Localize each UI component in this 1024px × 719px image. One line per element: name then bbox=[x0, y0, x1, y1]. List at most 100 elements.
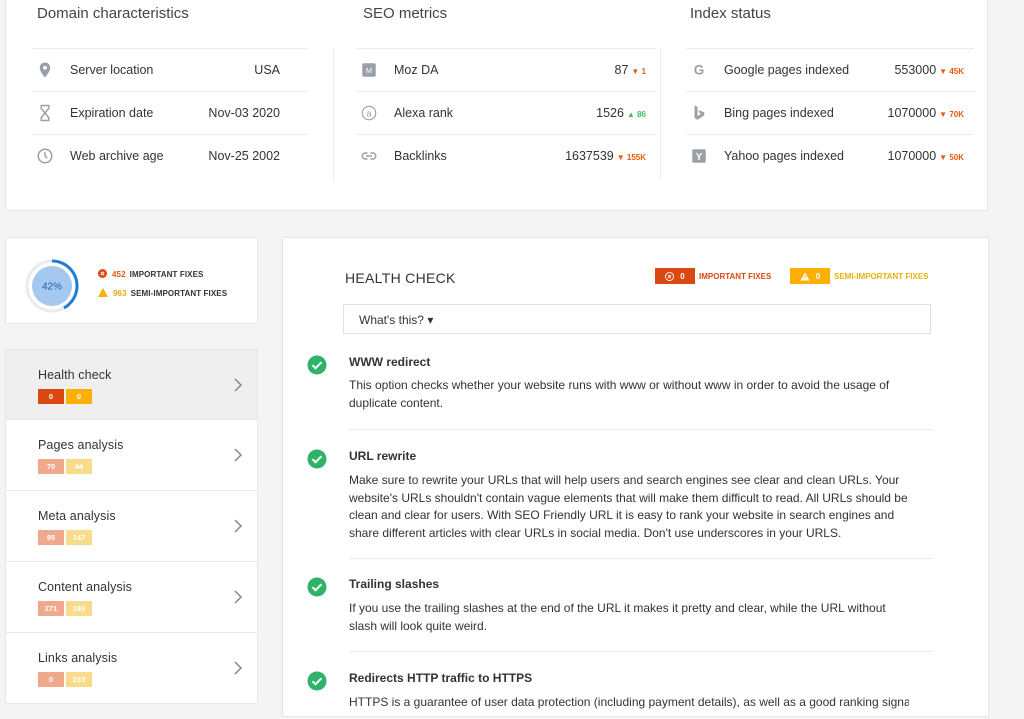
domain-characteristics-title: Domain characteristics bbox=[37, 5, 189, 22]
column-divider bbox=[660, 48, 661, 180]
check-circle-icon bbox=[307, 671, 327, 691]
yahoo-indexed-label: Yahoo pages indexed bbox=[724, 149, 845, 163]
nav-item-content-analysis[interactable]: Content analysis 271 193 bbox=[5, 562, 258, 633]
nav-item-badges: 0 0 bbox=[38, 389, 92, 404]
whats-this-toggle[interactable]: What's this? ▾ bbox=[343, 304, 931, 334]
important-badge: 271 bbox=[38, 601, 64, 616]
important-badge: 0 bbox=[38, 389, 64, 404]
expiration-date-label: Expiration date bbox=[70, 106, 154, 120]
nav-item-pages-analysis[interactable]: Pages analysis 70 44 bbox=[5, 420, 258, 491]
warning-triangle-icon bbox=[98, 288, 108, 297]
score-summary-panel: 42% 452 IMPORTANT FIXES 963 SEMI-IMPORTANT… bbox=[5, 237, 258, 324]
moz-da-value: 87 ▼ 1 bbox=[615, 63, 647, 77]
google-indexed-row: G Google pages indexed 553000 ▼ 45K bbox=[686, 48, 974, 91]
link-icon bbox=[361, 152, 377, 160]
alexa-rank-change: ▲ 86 bbox=[626, 110, 646, 119]
yahoo-icon: Y bbox=[692, 149, 706, 163]
error-circle-icon bbox=[98, 269, 107, 278]
yahoo-indexed-number: 1070000 bbox=[887, 149, 937, 163]
item-divider bbox=[349, 558, 933, 559]
semi-important-fixes-pill: 0 SEMI-IMPORTANT FIXES bbox=[790, 268, 929, 284]
svg-text:G: G bbox=[694, 63, 705, 78]
check-circle-icon bbox=[307, 449, 327, 469]
bing-indexed-label: Bing pages indexed bbox=[724, 106, 834, 120]
item-divider bbox=[349, 429, 933, 430]
backlinks-value: 1637539 ▼ 155K bbox=[565, 149, 646, 163]
bing-indexed-row: Bing pages indexed 1070000 ▼ 70K bbox=[686, 91, 974, 134]
important-fixes-count: 452 bbox=[112, 270, 126, 279]
alexa-rank-row: a Alexa rank 1526 ▲ 86 bbox=[356, 91, 656, 134]
semi-important-fixes-count: 0 bbox=[815, 271, 821, 281]
semi-important-fixes-summary: 963 SEMI-IMPORTANT FIXES bbox=[98, 288, 227, 298]
nav-item-meta-analysis[interactable]: Meta analysis 95 147 bbox=[5, 491, 258, 562]
nav-item-label: Content analysis bbox=[38, 580, 133, 594]
nav-item-badges: 0 233 bbox=[38, 672, 92, 687]
yahoo-indexed-change-value: 50K bbox=[949, 153, 964, 162]
health-check-panel: HEALTH CHECK 0 IMPORTANT FIXES 0 SEMI-IM… bbox=[282, 237, 989, 717]
analysis-nav: Health check 0 0 Pages analysis 70 44 Me… bbox=[5, 349, 258, 719]
backlinks-label: Backlinks bbox=[394, 149, 447, 163]
backlinks-change-value: 155K bbox=[626, 153, 646, 162]
check-item-title: Trailing slashes bbox=[349, 577, 440, 591]
column-divider bbox=[333, 48, 334, 180]
important-badge: 70 bbox=[38, 459, 64, 474]
chevron-right-icon bbox=[234, 661, 243, 675]
web-archive-age-value: Nov-25 2002 bbox=[208, 149, 280, 163]
alexa-rank-change-value: 86 bbox=[637, 110, 646, 119]
alexa-rank-number: 1526 bbox=[596, 106, 624, 120]
overview-panel: Domain characteristics Server location U… bbox=[5, 0, 988, 211]
important-fixes-box: 0 bbox=[655, 268, 695, 284]
semi-important-badge: 147 bbox=[66, 530, 92, 545]
nav-item-health-check[interactable]: Health check 0 0 bbox=[5, 349, 258, 420]
yahoo-indexed-value: 1070000 ▼ 50K bbox=[888, 149, 965, 163]
check-item-title: URL rewrite bbox=[349, 449, 417, 463]
seo-metrics-title: SEO metrics bbox=[363, 5, 448, 22]
check-circle-icon bbox=[307, 577, 327, 597]
moz-da-row: M Moz DA 87 ▼ 1 bbox=[356, 48, 656, 91]
nav-item-badges: 95 147 bbox=[38, 530, 92, 545]
check-item-description: Make sure to rewrite your URLs that will… bbox=[349, 473, 908, 540]
google-indexed-number: 553000 bbox=[894, 63, 937, 77]
important-badge: 0 bbox=[38, 672, 64, 687]
alexa-icon: a bbox=[361, 105, 377, 121]
check-item-description: HTTPS is a guarantee of user data protec… bbox=[349, 695, 909, 709]
important-fixes-label: IMPORTANT FIXES bbox=[699, 271, 772, 281]
check-item-description: If you use the trailing slashes at the e… bbox=[349, 601, 886, 633]
nav-item-links-analysis[interactable]: Links analysis 0 233 bbox=[5, 633, 258, 704]
moz-da-change: ▼ 1 bbox=[631, 67, 646, 76]
moz-da-number: 87 bbox=[614, 63, 629, 77]
google-icon: G bbox=[694, 63, 705, 78]
important-fixes-pill: 0 IMPORTANT FIXES bbox=[655, 268, 771, 284]
item-divider bbox=[349, 651, 933, 652]
semi-important-badge: 0 bbox=[66, 389, 92, 404]
google-indexed-label: Google pages indexed bbox=[724, 63, 850, 77]
bing-indexed-change-value: 70K bbox=[949, 110, 964, 119]
yahoo-indexed-row: Y Yahoo pages indexed 1070000 ▼ 50K bbox=[686, 134, 974, 177]
close-circle-icon bbox=[665, 271, 675, 281]
web-archive-age-label: Web archive age bbox=[70, 149, 164, 163]
alexa-rank-value: 1526 ▲ 86 bbox=[596, 106, 646, 120]
google-indexed-value: 553000 ▼ 45K bbox=[894, 63, 964, 77]
nav-item-badges: 271 193 bbox=[38, 601, 92, 616]
check-item-description: This option checks whether your website … bbox=[349, 378, 890, 410]
important-fixes-summary: 452 IMPORTANT FIXES bbox=[98, 269, 203, 279]
nav-item-label: Links analysis bbox=[38, 651, 118, 665]
svg-text:M: M bbox=[366, 66, 372, 75]
web-archive-age-row: Web archive age Nov-25 2002 bbox=[32, 134, 308, 177]
moz-da-change-value: 1 bbox=[641, 67, 646, 76]
score-donut: 42% bbox=[25, 259, 79, 313]
moz-icon: M bbox=[362, 63, 376, 77]
check-circle-icon bbox=[307, 355, 327, 375]
google-indexed-change-value: 45K bbox=[949, 67, 964, 76]
expiration-date-value: Nov-03 2020 bbox=[208, 106, 280, 120]
nav-item-label: Pages analysis bbox=[38, 438, 124, 452]
chevron-right-icon bbox=[234, 378, 243, 392]
important-fixes-label: IMPORTANT FIXES bbox=[129, 270, 204, 279]
semi-important-fixes-box: 0 bbox=[790, 268, 830, 284]
semi-important-badge: 193 bbox=[66, 601, 92, 616]
location-pin-icon bbox=[39, 62, 51, 78]
bing-indexed-number: 1070000 bbox=[887, 106, 937, 120]
backlinks-number: 1637539 bbox=[565, 149, 614, 163]
score-value: 42% bbox=[42, 282, 62, 293]
health-check-title: HEALTH CHECK bbox=[345, 270, 456, 286]
